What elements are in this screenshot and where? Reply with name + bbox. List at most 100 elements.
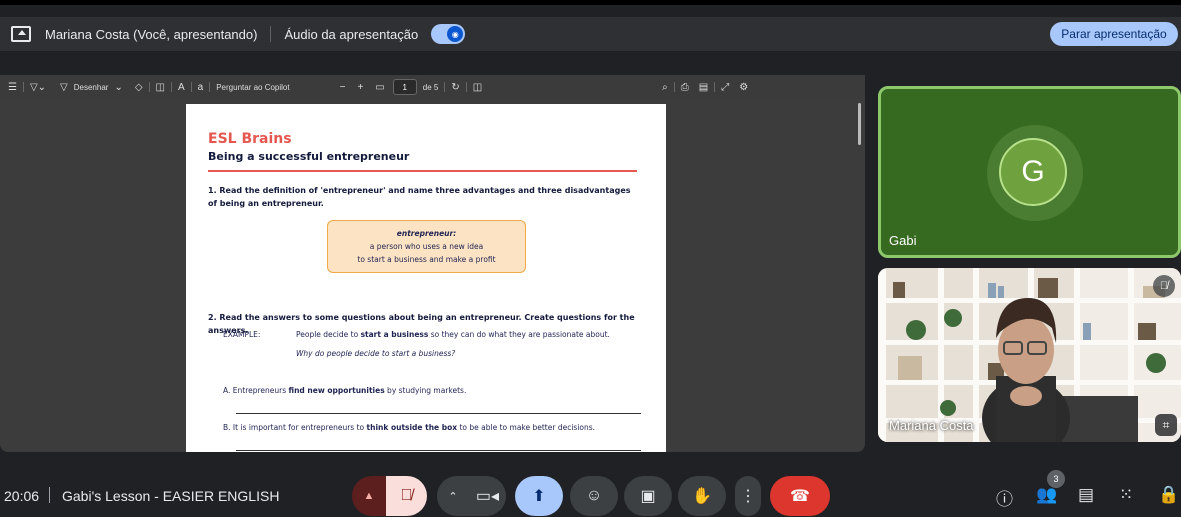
answer-line-b bbox=[236, 450, 641, 451]
example-sentence: People decide to start a business so the… bbox=[296, 330, 610, 339]
apps-icon[interactable]: ⁙ bbox=[1119, 485, 1133, 505]
example-pre: People decide to bbox=[296, 330, 361, 339]
eraser-icon[interactable]: ◇ bbox=[135, 82, 143, 93]
translate-icon[interactable]: a bbox=[198, 82, 204, 93]
avatar: G bbox=[999, 138, 1067, 206]
shared-pdf-viewer: ☰ ▽⌄ ▽ Desenhar ⌄ ◇ ◫ A a Perguntar ao C… bbox=[0, 75, 865, 452]
captions-button[interactable]: ▣ bbox=[624, 476, 672, 516]
divider bbox=[190, 82, 192, 92]
divider bbox=[22, 82, 24, 92]
host-controls-icon[interactable]: 🔒 bbox=[1158, 485, 1179, 505]
divider bbox=[465, 82, 467, 92]
settings-icon[interactable]: ⚙ bbox=[739, 82, 748, 93]
participant-tile-mariana[interactable]: 🎙̸ Mariana Costa ⌗ bbox=[878, 268, 1181, 442]
chevron-down-icon: ⌄ bbox=[114, 81, 123, 93]
captions-icon: ▣ bbox=[640, 488, 656, 505]
title-rule bbox=[208, 170, 637, 172]
hand-icon: ✋ bbox=[692, 488, 712, 505]
draw-button[interactable]: ▽ Desenhar ⌄ bbox=[60, 82, 123, 93]
participant-name: Gabi bbox=[889, 233, 917, 248]
definition-line-2: to start a business and make a profit bbox=[357, 255, 496, 264]
definition-line-1: a person who uses a new idea bbox=[369, 242, 484, 251]
item-b: B. It is important for entrepreneurs to … bbox=[223, 423, 595, 432]
draw-label: Desenhar bbox=[73, 82, 109, 92]
presentation-audio-label: Áudio da apresentação bbox=[284, 26, 419, 42]
item-a-bold: find new opportunities bbox=[288, 386, 385, 395]
definition-box: entrepreneur: a person who uses a new id… bbox=[327, 220, 526, 273]
item-b-post: to be able to make better decisions. bbox=[457, 423, 596, 432]
call-end-icon: ☎ bbox=[790, 488, 810, 505]
viewer-scrollbar[interactable] bbox=[858, 103, 861, 145]
item-b-pre: B. It is important for entrepreneurs to bbox=[223, 423, 367, 432]
read-aloud-icon[interactable]: A bbox=[178, 82, 185, 93]
example-post: so they can do what they are passionate … bbox=[428, 330, 610, 339]
mic-off-icon: 🎙̸ bbox=[400, 487, 413, 504]
more-vert-icon: ⋮ bbox=[740, 488, 756, 505]
draw-icon: ▽ bbox=[60, 81, 68, 93]
question-1: 1. Read the definition of 'entrepreneur'… bbox=[208, 186, 631, 208]
search-icon[interactable]: ⌕ bbox=[662, 82, 668, 93]
presentation-audio-toggle[interactable]: ◉ bbox=[431, 24, 466, 44]
meeting-name: Gabi's Lesson - EASIER ENGLISH bbox=[62, 488, 280, 504]
item-a: A. Entrepreneurs find new opportunities … bbox=[223, 386, 466, 395]
divider bbox=[444, 82, 446, 92]
present-button[interactable]: ⬆ bbox=[515, 476, 563, 516]
camera-button[interactable]: ▭◂ bbox=[469, 476, 506, 516]
fullscreen-icon[interactable]: ⤢ bbox=[721, 82, 729, 93]
present-screen-icon bbox=[11, 26, 31, 42]
present-screen-icon: ⬆ bbox=[532, 488, 546, 505]
window-top-edge bbox=[0, 0, 1181, 5]
muted-mic-icon: 🎙̸ bbox=[1153, 275, 1175, 297]
audio-options-button[interactable]: ▲ bbox=[352, 476, 386, 516]
zoom-out-icon[interactable]: − bbox=[340, 82, 346, 93]
page-view-icon[interactable]: ◫ bbox=[473, 82, 482, 93]
ask-copilot-button[interactable]: Perguntar ao Copilot bbox=[216, 83, 289, 92]
microphone-button[interactable]: 🎙̸ bbox=[386, 476, 427, 516]
pdf-page: ESL Brains Being a successful entreprene… bbox=[186, 104, 666, 452]
fit-page-icon[interactable]: ▭ bbox=[375, 82, 384, 93]
crop-icon[interactable]: ⌗ bbox=[1155, 414, 1177, 436]
item-a-pre: A. Entrepreneurs bbox=[223, 386, 289, 395]
contents-icon[interactable]: ☰ bbox=[8, 82, 17, 93]
emoji-icon: ☺ bbox=[585, 487, 603, 504]
document-brand: ESL Brains bbox=[208, 131, 292, 147]
more-options-button[interactable]: ⋮ bbox=[735, 476, 761, 516]
participant-tile-gabi[interactable]: G Gabi bbox=[878, 86, 1181, 258]
divider bbox=[209, 82, 211, 92]
example-label: EXAMPLE: bbox=[223, 330, 261, 339]
chat-icon[interactable]: ▤ bbox=[1078, 485, 1094, 505]
pdf-toolbar: ☰ ▽⌄ ▽ Desenhar ⌄ ◇ ◫ A a Perguntar ao C… bbox=[0, 75, 865, 99]
page-number-input[interactable]: 1 bbox=[392, 79, 417, 95]
divider bbox=[673, 82, 675, 92]
chevron-up-icon: ▲ bbox=[363, 490, 375, 502]
presenter-text: Mariana Costa (Você, apresentando) bbox=[45, 26, 258, 42]
save-icon[interactable]: ▤ bbox=[699, 82, 708, 93]
reactions-button[interactable]: ☺ bbox=[570, 476, 618, 516]
view-icon[interactable]: ◫ bbox=[156, 82, 165, 93]
divider bbox=[170, 82, 172, 92]
videocam-icon: ▭◂ bbox=[475, 488, 500, 505]
highlight-icon[interactable]: ▽⌄ bbox=[30, 82, 46, 93]
zoom-in-icon[interactable]: + bbox=[357, 82, 363, 93]
page-total: de 5 bbox=[422, 82, 439, 92]
clock: 20:06 bbox=[4, 488, 40, 504]
stop-presenting-button[interactable]: Parar apresentação bbox=[1050, 22, 1178, 46]
leave-call-button[interactable]: ☎ bbox=[770, 476, 830, 516]
participant-name: Mariana Costa bbox=[889, 418, 974, 433]
speaker-icon: ◉ bbox=[447, 26, 464, 42]
document-title: Being a successful entrepreneur bbox=[208, 150, 410, 163]
video-options-button[interactable]: ⌃ bbox=[437, 476, 469, 516]
raise-hand-button[interactable]: ✋ bbox=[678, 476, 726, 516]
divider bbox=[270, 26, 272, 42]
divider bbox=[49, 487, 50, 503]
item-b-bold: think outside the box bbox=[366, 423, 458, 432]
rotate-icon[interactable]: ↻ bbox=[451, 82, 459, 93]
print-icon[interactable]: ⎙ bbox=[681, 82, 689, 93]
camera-video-feed bbox=[878, 268, 1181, 442]
answer-line-a bbox=[236, 413, 641, 414]
definition-term: entrepreneur: bbox=[396, 229, 457, 238]
people-icon[interactable]: 👥 bbox=[1036, 485, 1057, 505]
item-a-post: by studying markets. bbox=[384, 386, 467, 395]
info-icon[interactable]: ⓘ bbox=[996, 485, 1013, 510]
bottom-control-bar: 20:06 Gabi's Lesson - EASIER ENGLISH ▲ 🎙… bbox=[0, 472, 1181, 517]
